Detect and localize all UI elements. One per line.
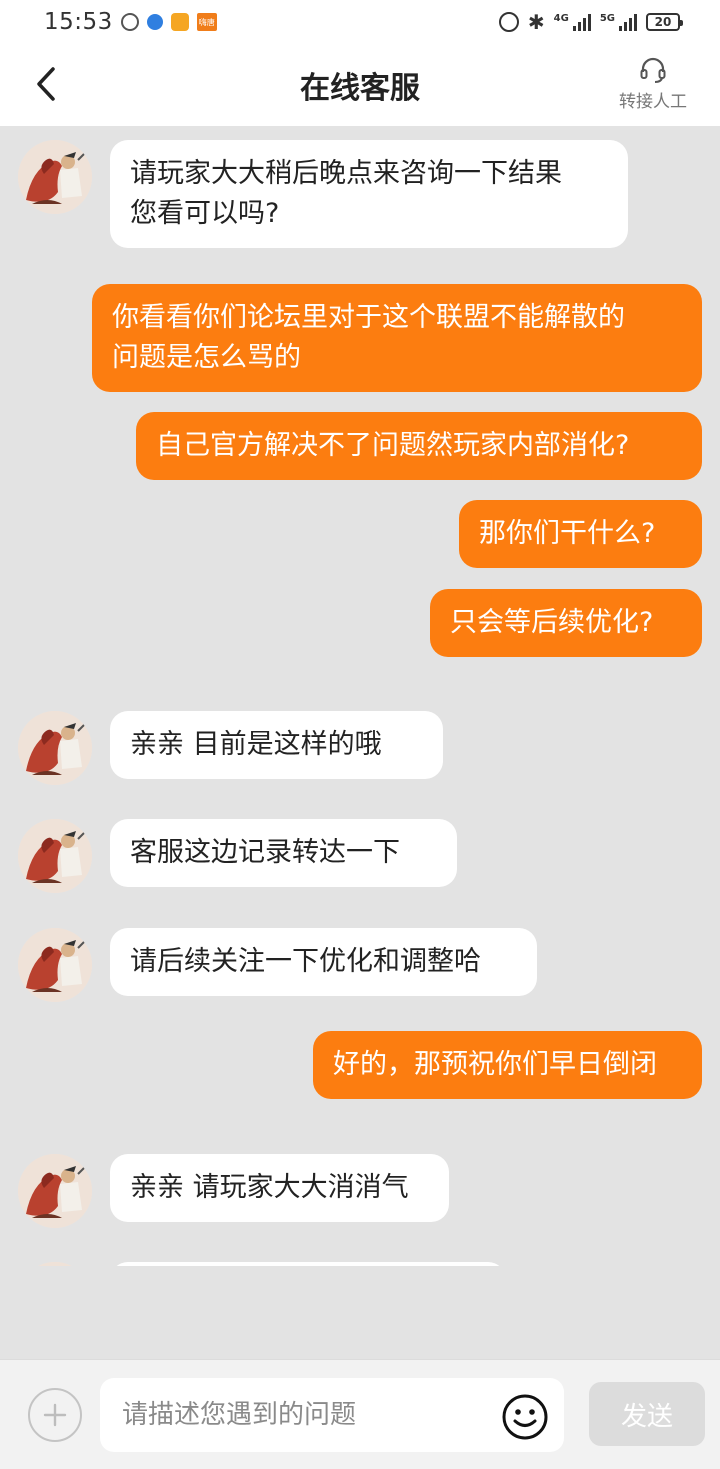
agent-avatar-image (18, 819, 92, 893)
message-bubble-user: 你看看你们论坛里对于这个联盟不能解散的 问题是怎么骂的 (92, 284, 702, 392)
agent-avatar (18, 1154, 92, 1228)
transfer-to-human-button[interactable]: 转接人工 (614, 56, 692, 112)
status-bar-right: ✱ 4G 5G 20 (498, 10, 683, 34)
emoji-button[interactable] (500, 1392, 550, 1442)
message-bubble-user: 只会等后续优化? (430, 589, 702, 657)
agent-avatar-image (18, 928, 92, 1002)
message-bubble-user: 自己官方解决不了问题然玩家内部消化? (136, 412, 702, 480)
network-5g-label: 5G (599, 13, 615, 24)
message-input[interactable] (100, 1378, 564, 1452)
page-title: 在线客服 (300, 71, 420, 106)
message-bubble-agent-partial (110, 1262, 506, 1266)
alarm-icon (498, 12, 519, 32)
transfer-label: 转接人工 (619, 92, 687, 112)
message-bubble-user: 那你们干什么? (459, 500, 702, 568)
browser-notification-icon (146, 14, 163, 30)
battery-icon: 20 (646, 13, 683, 31)
headset-icon (640, 57, 666, 83)
bluetooth-icon: ✱ (527, 10, 545, 34)
status-bar: 15:53 嗨唐 ✱ 4G 5G 20 (0, 0, 720, 44)
app-notification-icon (170, 13, 189, 31)
chat-messages[interactable]: 请玩家大大稍后晚点来咨询一下结果 您看可以吗? 你看看你们论坛里对于这个联盟不能… (0, 126, 720, 1266)
smiley-icon (502, 1394, 548, 1440)
message-bubble-agent: 亲亲 请玩家大大消消气 (110, 1154, 449, 1222)
agent-avatar (18, 140, 92, 214)
network-4g-label: 4G (553, 13, 569, 24)
back-button[interactable] (30, 64, 62, 104)
more-options-button[interactable] (28, 1388, 82, 1442)
back-chevron-icon (37, 67, 55, 101)
message-bubble-user: 好的，那预祝你们早日倒闭 (313, 1031, 702, 1099)
agent-avatar (18, 1262, 92, 1266)
agent-avatar (18, 928, 92, 1002)
agent-avatar (18, 711, 92, 785)
input-bar: 发送 (0, 1359, 720, 1469)
status-time: 15:53 (44, 9, 113, 35)
signal-4g-icon: 4G (554, 13, 591, 31)
status-bar-left: 15:53 嗨唐 (44, 9, 217, 35)
notification-ring-icon (120, 13, 139, 31)
message-bubble-agent: 请玩家大大稍后晚点来咨询一下结果 您看可以吗? (110, 140, 628, 248)
chat-header: 在线客服 转接人工 (0, 44, 720, 126)
message-bubble-agent: 亲亲 目前是这样的哦 (110, 711, 443, 779)
send-button[interactable]: 发送 (589, 1382, 705, 1446)
signal-5g-icon: 5G (600, 13, 637, 31)
plus-icon (43, 1403, 67, 1427)
agent-avatar-image (18, 1262, 92, 1266)
agent-avatar-image (18, 711, 92, 785)
agent-avatar (18, 819, 92, 893)
message-bubble-agent: 请后续关注一下优化和调整哈 (110, 928, 537, 996)
agent-avatar-image (18, 1154, 92, 1228)
app-badge-icon: 嗨唐 (196, 13, 217, 31)
message-bubble-agent: 客服这边记录转达一下 (110, 819, 457, 887)
agent-avatar-image (18, 140, 92, 214)
